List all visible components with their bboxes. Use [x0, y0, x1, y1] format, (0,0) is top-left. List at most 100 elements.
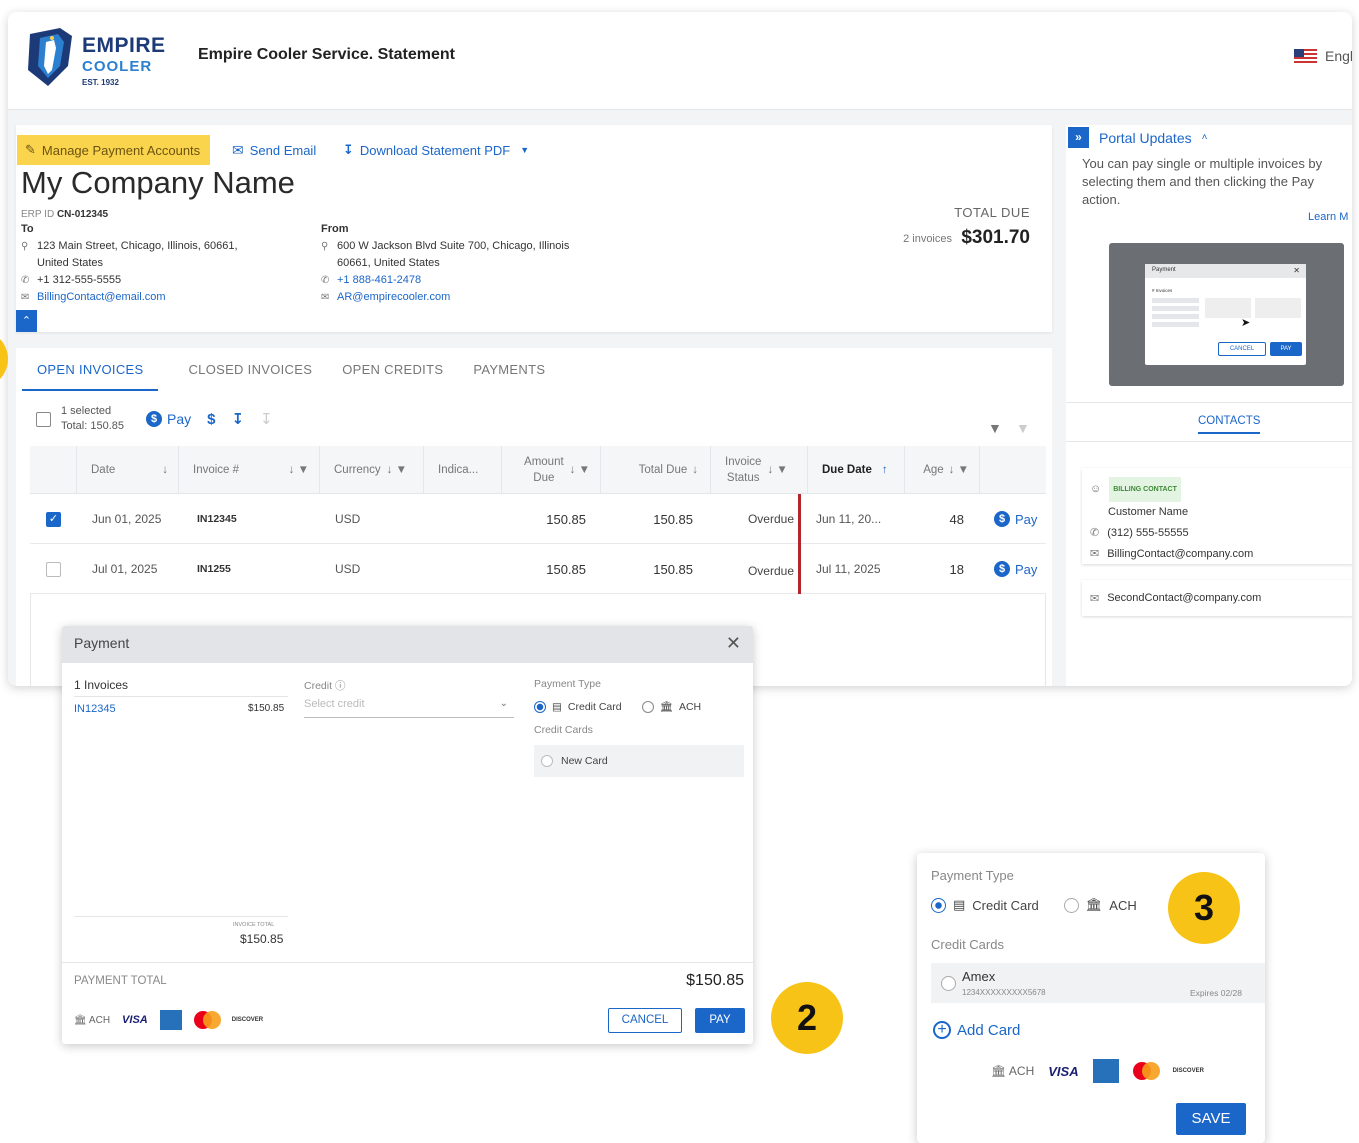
bank-icon: 🏛 [1085, 897, 1103, 912]
row-checkbox-checked[interactable]: ✓ [46, 511, 61, 527]
column-age[interactable]: Age ↓ ▼ [905, 446, 980, 494]
from-email-link[interactable]: AR@empirecooler.com [337, 289, 450, 306]
manage-payment-accounts-button[interactable]: ✎ Manage Payment Accounts [17, 135, 211, 165]
ach-label: ACH [678, 700, 702, 713]
table-row[interactable]: ✓ Jun 01, 2025 IN12345 USD 150.85 150.85… [30, 494, 1046, 544]
ach-radio[interactable] [1063, 897, 1079, 913]
column-due-date[interactable]: Due Date ↑ [808, 446, 905, 494]
status-header-1: Invoice [725, 456, 762, 468]
amount-due-header-2: Due [533, 472, 555, 484]
dollar-circle-icon: $ [994, 561, 1010, 577]
download-icon[interactable]: ↧ [231, 410, 244, 428]
saved-card-option[interactable]: Amex 1234XXXXXXXXX5678 Expires 02/28 [931, 963, 1265, 1003]
new-card-option[interactable]: New Card [534, 745, 744, 777]
sort-down-icon: ↓ [692, 464, 698, 476]
download-icon: ↧ [343, 142, 354, 157]
row-due-date: Jul 11, 2025 [816, 562, 881, 576]
overdue-indicator [798, 544, 801, 594]
column-amount-due[interactable]: Amount Due ↓ ▼ [502, 446, 601, 494]
step-marker-1 [0, 330, 8, 388]
column-currency[interactable]: Currency ↓ ▼ [320, 446, 424, 494]
row-pay-label: Pay [1015, 511, 1038, 527]
preview-title: Payment [1145, 264, 1306, 278]
location-pin-icon: ⚲ [321, 241, 329, 252]
dollar-icon[interactable]: $ [207, 411, 215, 428]
bulk-pay-button[interactable]: $ Pay [146, 411, 191, 427]
row-pay-label: Pay [1015, 561, 1038, 577]
collapse-button[interactable]: ⌃ [16, 310, 37, 332]
close-icon[interactable]: ✕ [726, 633, 741, 654]
row-amount-due: 150.85 [546, 511, 586, 527]
empire-cooler-logo: EMPIRE COOLER EST. 1932 [20, 24, 180, 98]
language-selector[interactable]: Engl [1294, 48, 1352, 64]
mastercard-logo-icon [1132, 1062, 1160, 1080]
divider [62, 962, 753, 963]
credit-card-label: Credit Card [567, 700, 622, 713]
credit-select[interactable]: Select credit ⌄ [304, 698, 514, 718]
new-card-radio[interactable] [541, 755, 553, 767]
to-heading: To [21, 223, 34, 235]
to-address: To ⚲ 123 Main Street, Chicago, Illinois, … [21, 221, 238, 306]
invoice-total: $150.85 [240, 932, 284, 946]
download-pdf-button[interactable]: ↧ Download Statement PDF ▼ [343, 135, 529, 165]
info-icon: ⓘ [334, 680, 346, 692]
select-all-checkbox[interactable] [36, 411, 51, 427]
card-number: 1234XXXXXXXXX5678 [962, 988, 1046, 997]
column-invoice[interactable]: Invoice # ↓ ▼ [179, 446, 320, 494]
portal-updates-header[interactable]: » Portal Updates ˄ [1068, 127, 1207, 148]
save-button[interactable]: SAVE [1176, 1103, 1246, 1135]
step-marker-2: 2 [771, 982, 843, 1054]
due-date-header: Due Date [822, 464, 872, 476]
preview-list [1152, 298, 1199, 330]
preview-invoices: # Invoices [1152, 288, 1173, 293]
tab-contacts[interactable]: CONTACTS [1198, 415, 1261, 434]
logo-word-empire: EMPIRE [82, 34, 166, 57]
cancel-button[interactable]: CANCEL [608, 1008, 682, 1033]
row-pay-button[interactable]: $ Pay [994, 494, 1037, 544]
to-email-link[interactable]: BillingContact@email.com [37, 289, 166, 306]
age-header: Age [923, 464, 944, 476]
learn-more-link[interactable]: Learn M [1308, 211, 1348, 223]
column-date[interactable]: Date ↓ [77, 446, 179, 494]
tab-closed-invoices[interactable]: CLOSED INVOICES [188, 362, 312, 391]
credit-card-radio[interactable] [931, 897, 946, 913]
ach-radio[interactable] [641, 700, 654, 713]
invoice-total-label: INVOICE TOTAL [233, 922, 275, 928]
tab-open-invoices[interactable]: OPEN INVOICES [22, 362, 159, 391]
mail-icon: ✉ [1090, 592, 1100, 605]
credit-card-radio[interactable] [534, 700, 546, 713]
phone-icon: ✆ [1090, 527, 1100, 539]
tab-payments[interactable]: PAYMENTS [473, 362, 545, 391]
penguin-logo-icon [28, 28, 72, 86]
tab-open-credits[interactable]: OPEN CREDITS [342, 362, 443, 391]
invoice-link[interactable]: IN12345 [74, 703, 116, 715]
statement-window: EMPIRE COOLER EST. 1932 Empire Cooler Se… [8, 12, 1352, 686]
row-pay-button[interactable]: $ Pay [994, 544, 1037, 594]
column-indicator[interactable]: Indica... [424, 446, 502, 494]
payment-type-options: ▤ Credit Card 🏛 ACH [534, 700, 701, 713]
billing-contact-card: ☺ BILLING CONTACT Customer Name ✆ (312) 55… [1082, 468, 1352, 564]
column-total-due[interactable]: Total Due ↓ [601, 446, 711, 494]
column-invoice-status[interactable]: Invoice Status ↓ ▼ [711, 446, 808, 494]
row-status: Overdue [747, 512, 794, 526]
ach-label: ACH [1109, 897, 1137, 913]
amex-card-radio[interactable] [941, 976, 956, 991]
preview-pay: PAY [1270, 342, 1302, 356]
add-card-button[interactable]: + Add Card [933, 1021, 1020, 1039]
row-currency: USD [335, 512, 361, 526]
table-row[interactable]: Jul 01, 2025 IN1255 USD 150.85 150.85 Ov… [30, 544, 1046, 594]
sort-down-filter-icon: ↓ ▼ [386, 464, 407, 476]
visa-logo-icon: VISA [122, 1014, 148, 1026]
from-phone-link[interactable]: +1 888-461-2478 [337, 272, 421, 289]
close-icon: ✕ [1293, 266, 1300, 275]
send-email-button[interactable]: ✉ Send Email [232, 135, 316, 165]
row-checkbox[interactable] [46, 561, 61, 577]
mail-icon: ✉ [1090, 548, 1100, 560]
double-chevron-right-icon[interactable]: » [1068, 127, 1089, 148]
envelope-icon: ✉ [232, 141, 244, 158]
row-date: Jun 01, 2025 [92, 512, 162, 526]
filter-icon[interactable]: ▼ [988, 420, 1002, 436]
selected-total: Total: 150.85 [61, 420, 124, 432]
pay-button[interactable]: PAY [695, 1008, 745, 1033]
row-due-date: Jun 11, 20... [816, 512, 882, 526]
